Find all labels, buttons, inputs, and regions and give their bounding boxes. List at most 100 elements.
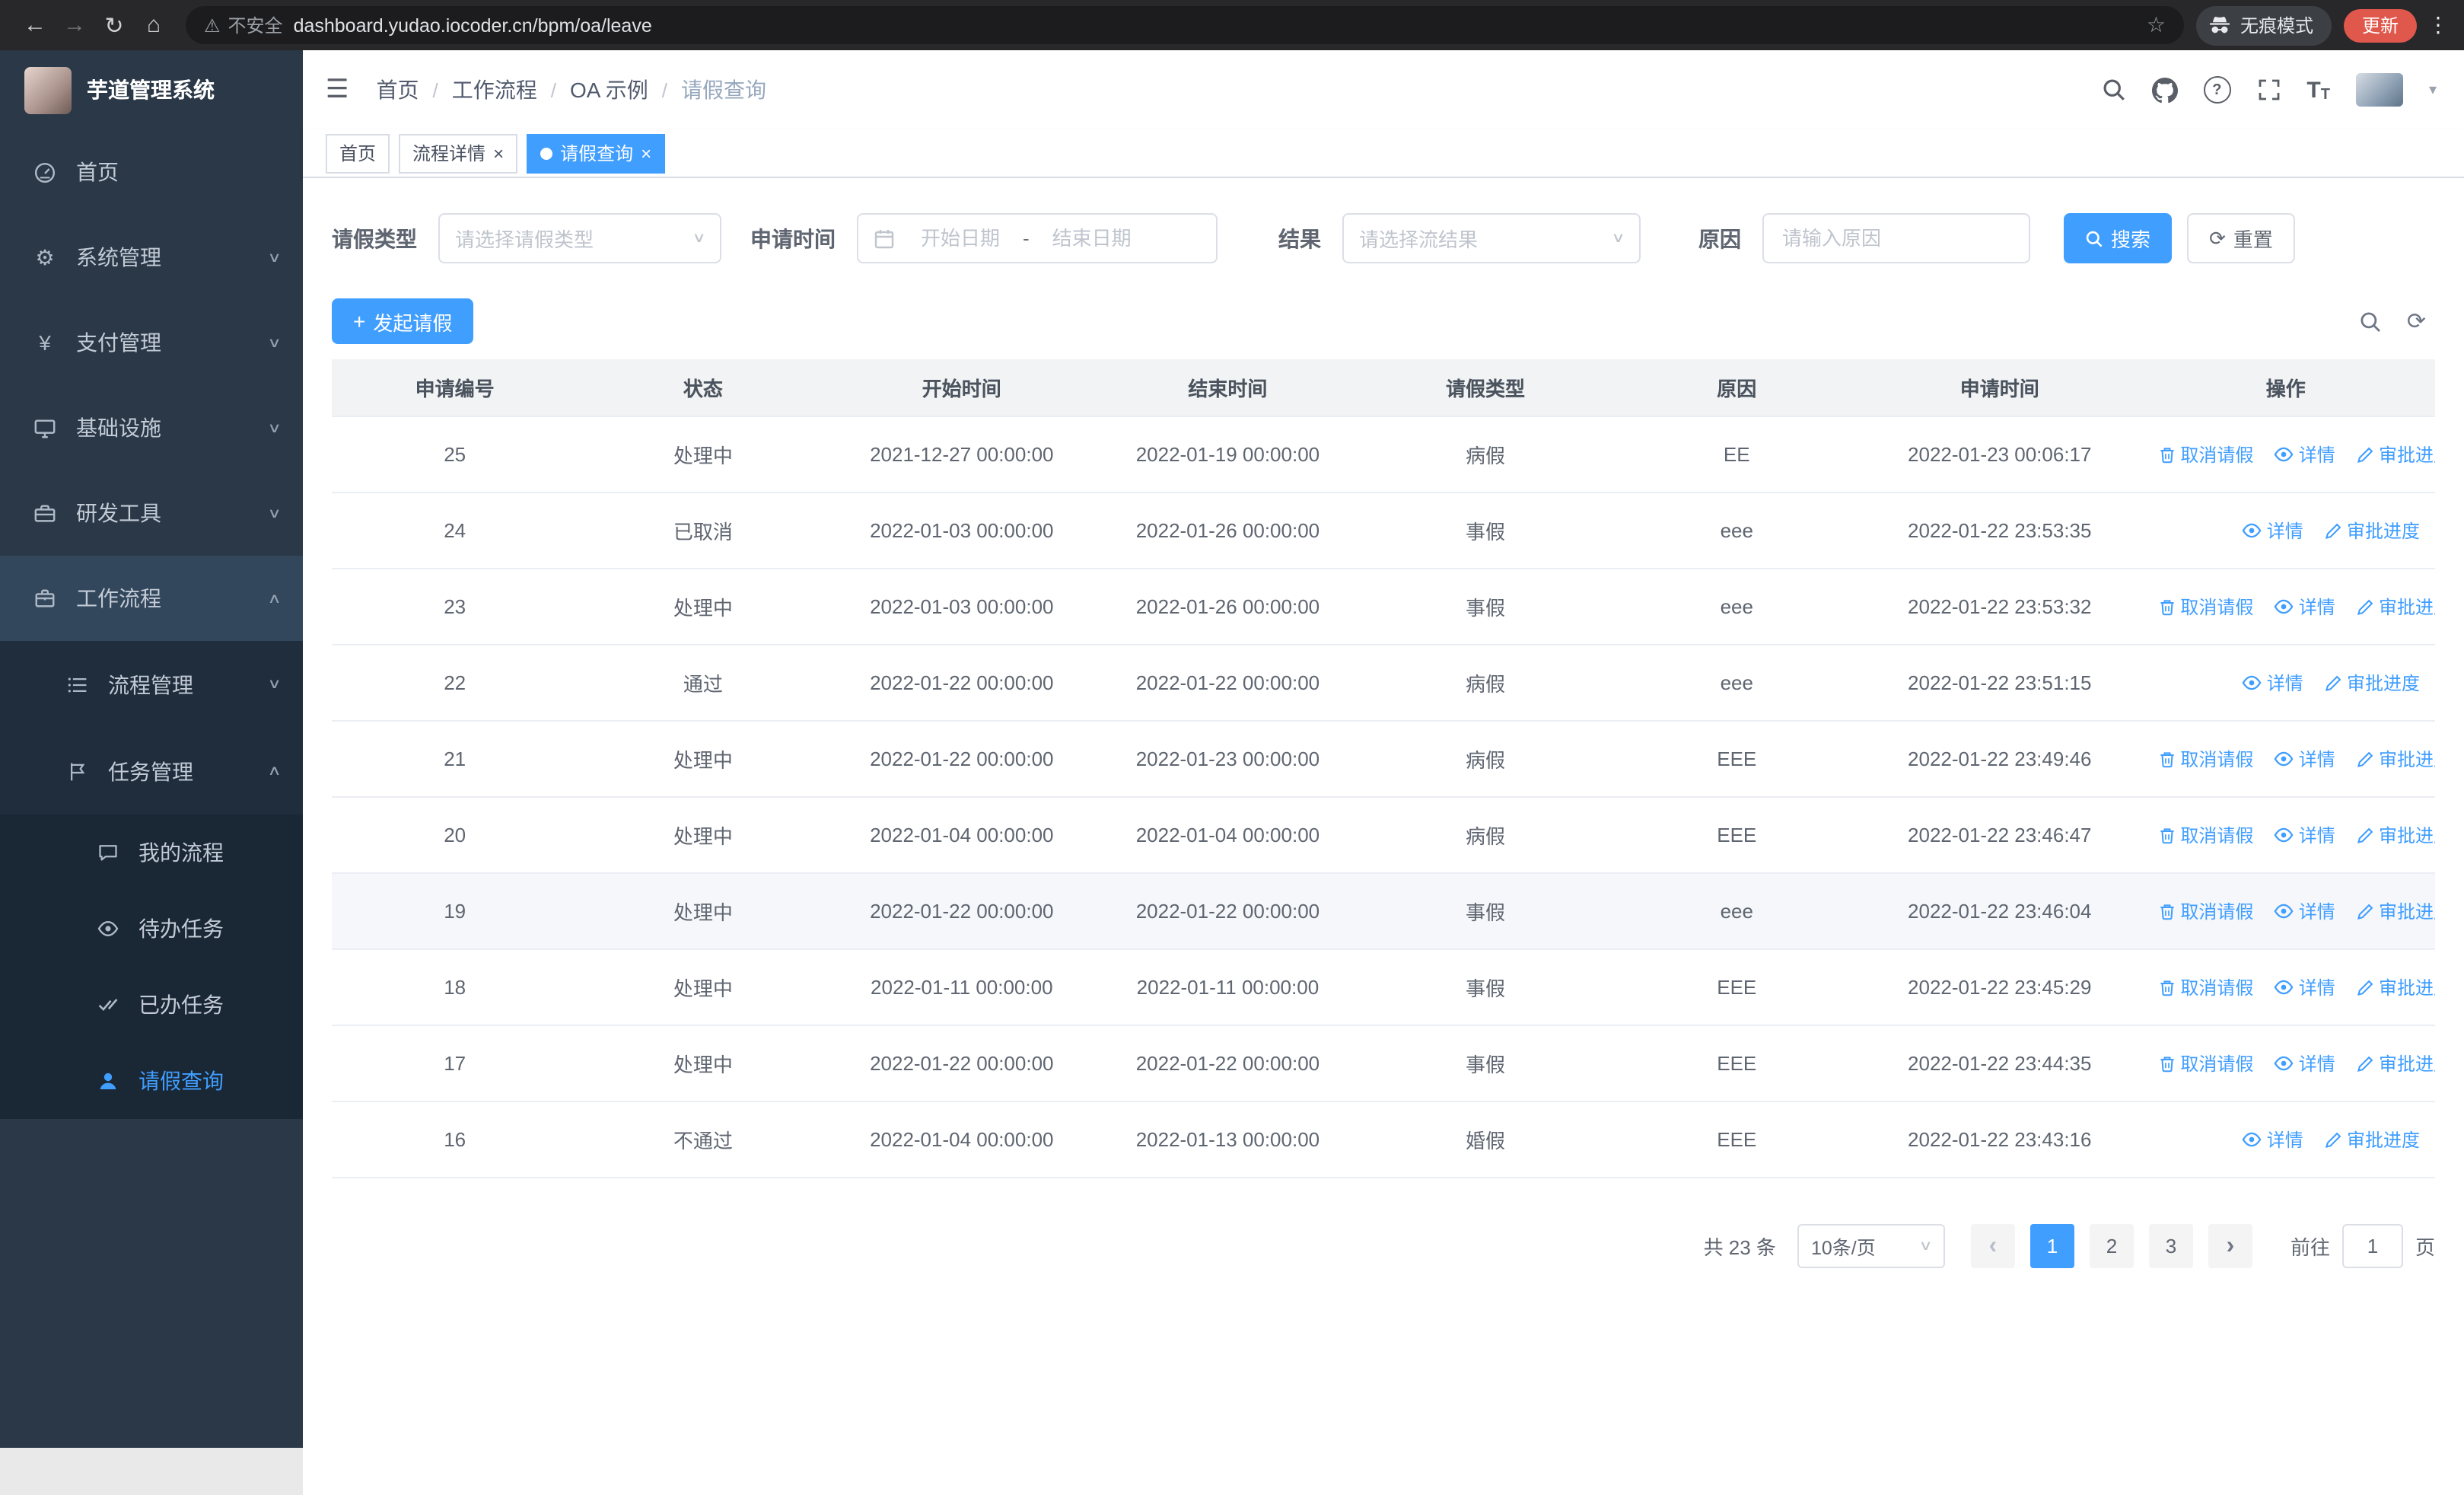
detail-link[interactable]: 详情 bbox=[2275, 1050, 2335, 1076]
sidebar-item-workflow[interactable]: 工作流程 ∧ bbox=[0, 556, 303, 641]
close-icon[interactable]: × bbox=[493, 144, 504, 162]
cancel-leave-link[interactable]: 取消请假 bbox=[2157, 822, 2253, 848]
sidebar-item-devtools[interactable]: 研发工具 ∨ bbox=[0, 470, 303, 556]
prev-page-button[interactable]: ‹ bbox=[1970, 1224, 2015, 1268]
search-icon[interactable] bbox=[2101, 78, 2125, 102]
approval-progress-link[interactable]: 审批进度 bbox=[2356, 441, 2435, 467]
cancel-leave-link[interactable]: 取消请假 bbox=[2157, 1050, 2253, 1076]
browser-update-button[interactable]: 更新 bbox=[2343, 8, 2417, 42]
font-size-icon[interactable]: TT bbox=[2306, 77, 2330, 103]
breadcrumb-item-home[interactable]: 首页 bbox=[377, 75, 419, 105]
tab-process-detail[interactable]: 流程详情 × bbox=[399, 133, 518, 173]
table-header-row: 申请编号 状态 开始时间 结束时间 请假类型 原因 申请时间 操作 bbox=[332, 359, 2435, 417]
sidebar-item-leave-query[interactable]: 请假查询 bbox=[0, 1043, 303, 1119]
tab-home[interactable]: 首页 bbox=[326, 133, 390, 173]
app-logo[interactable]: 芋道管理系统 bbox=[0, 50, 303, 129]
start-date-input[interactable] bbox=[901, 225, 1020, 251]
cancel-leave-label: 取消请假 bbox=[2180, 825, 2254, 846]
detail-link[interactable]: 详情 bbox=[2275, 974, 2335, 999]
cancel-leave-link[interactable]: 取消请假 bbox=[2157, 898, 2253, 924]
user-avatar[interactable] bbox=[2355, 73, 2403, 107]
cell-reason: eee bbox=[1610, 645, 1864, 722]
goto-page-input[interactable] bbox=[2341, 1224, 2403, 1268]
reset-button[interactable]: ⟳ 重置 bbox=[2187, 213, 2295, 263]
sidebar-item-my-process[interactable]: 我的流程 bbox=[0, 814, 303, 891]
page-button-3[interactable]: 3 bbox=[2148, 1224, 2193, 1268]
avatar-caret-icon[interactable]: ▾ bbox=[2429, 81, 2437, 98]
browser-back-button[interactable]: ← bbox=[15, 5, 55, 45]
result-select[interactable]: 请选择流结果 ∨ bbox=[1342, 213, 1641, 263]
breadcrumb-item-workflow: 工作流程 bbox=[451, 78, 537, 102]
next-page-button[interactable]: › bbox=[2208, 1224, 2252, 1268]
detail-label: 详情 bbox=[2266, 1129, 2303, 1150]
sidebar-item-task-mgmt[interactable]: 任务管理 ∧ bbox=[0, 728, 303, 814]
goto-unit-label: 页 bbox=[2415, 1236, 2435, 1259]
sidebar-item-home[interactable]: 首页 bbox=[0, 129, 303, 215]
help-icon[interactable]: ? bbox=[2203, 76, 2231, 104]
col-status: 状态 bbox=[578, 359, 829, 417]
cancel-leave-link[interactable]: 取消请假 bbox=[2157, 746, 2253, 772]
browser-reload-button[interactable]: ↻ bbox=[94, 5, 134, 45]
url-text[interactable]: dashboard.yudao.iocoder.cn/bpm/oa/leave bbox=[294, 14, 2136, 36]
sidebar-item-payment[interactable]: ¥ 支付管理 ∨ bbox=[0, 300, 303, 385]
approval-progress-link[interactable]: 审批进度 bbox=[2356, 594, 2435, 620]
sidebar-item-system[interactable]: ⚙ 系统管理 ∨ bbox=[0, 215, 303, 300]
sidebar-collapse-icon[interactable]: ☰ bbox=[326, 75, 349, 105]
page-button-1[interactable]: 1 bbox=[2029, 1224, 2074, 1268]
detail-link[interactable]: 详情 bbox=[2275, 821, 2335, 847]
sidebar-item-process-mgmt[interactable]: 流程管理 ∨ bbox=[0, 641, 303, 728]
tab-leave-query[interactable]: 请假查询 × bbox=[527, 133, 666, 173]
approval-progress-link[interactable]: 审批进度 bbox=[2356, 898, 2435, 924]
detail-link[interactable]: 详情 bbox=[2275, 593, 2335, 619]
cell-apply-time: 2022-01-22 23:53:32 bbox=[1863, 569, 2137, 645]
cancel-leave-link[interactable]: 取消请假 bbox=[2157, 974, 2253, 1000]
leave-type-select[interactable]: 请选择请假类型 ∨ bbox=[438, 213, 721, 263]
approval-progress-link[interactable]: 审批进度 bbox=[2356, 822, 2435, 848]
table-row: 20 处理中 2022-01-04 00:00:00 2022-01-04 00… bbox=[332, 797, 2435, 874]
browser-forward-button[interactable]: → bbox=[55, 5, 94, 45]
cell-start-time: 2022-01-22 00:00:00 bbox=[828, 645, 1096, 722]
fullscreen-icon[interactable] bbox=[2256, 78, 2281, 102]
browser-home-button[interactable]: ⌂ bbox=[134, 5, 173, 45]
sidebar-item-todo-tasks[interactable]: 待办任务 bbox=[0, 891, 303, 967]
cancel-leave-link[interactable]: 取消请假 bbox=[2157, 594, 2253, 620]
bookmark-star-icon[interactable]: ☆ bbox=[2147, 12, 2166, 38]
security-status[interactable]: ⚠ 不安全 bbox=[204, 12, 283, 38]
header-actions: ? TT ▾ bbox=[2101, 73, 2437, 107]
detail-link[interactable]: 详情 bbox=[2243, 669, 2303, 695]
detail-link[interactable]: 详情 bbox=[2275, 897, 2335, 923]
refresh-table-icon[interactable]: ⟳ bbox=[2407, 308, 2426, 335]
sidebar-item-infra[interactable]: 基础设施 ∨ bbox=[0, 385, 303, 470]
close-icon[interactable]: × bbox=[641, 144, 651, 162]
cell-apply-time: 2022-01-22 23:53:35 bbox=[1863, 492, 2137, 569]
cell-start-time: 2022-01-04 00:00:00 bbox=[828, 797, 1096, 874]
reason-input[interactable] bbox=[1764, 227, 2029, 250]
detail-link[interactable]: 详情 bbox=[2275, 441, 2335, 467]
create-leave-button[interactable]: + 发起请假 bbox=[332, 298, 474, 344]
github-icon[interactable] bbox=[2151, 77, 2178, 103]
approval-progress-link[interactable]: 审批进度 bbox=[2356, 1050, 2435, 1076]
approval-progress-link[interactable]: 审批进度 bbox=[2324, 670, 2420, 696]
address-bar[interactable]: ⚠ 不安全 dashboard.yudao.iocoder.cn/bpm/oa/… bbox=[186, 6, 2184, 44]
approval-progress-link[interactable]: 审批进度 bbox=[2356, 974, 2435, 1000]
page-size-select[interactable]: 10条/页 ∨ bbox=[1797, 1224, 1945, 1268]
sidebar-item-label: 请假查询 bbox=[138, 1069, 224, 1093]
cell-apply-id: 19 bbox=[332, 873, 578, 950]
end-date-input[interactable] bbox=[1032, 225, 1151, 251]
approval-progress-label: 审批进度 bbox=[2378, 901, 2435, 923]
detail-link[interactable]: 详情 bbox=[2243, 517, 2303, 543]
browser-menu-icon[interactable]: ⋮ bbox=[2427, 12, 2449, 38]
sidebar-item-done-tasks[interactable]: 已办任务 bbox=[0, 967, 303, 1043]
breadcrumb-separator: / bbox=[550, 78, 556, 101]
date-range-picker[interactable]: - bbox=[857, 213, 1218, 263]
detail-link[interactable]: 详情 bbox=[2275, 745, 2335, 771]
cancel-leave-link[interactable]: 取消请假 bbox=[2157, 441, 2253, 467]
approval-progress-link[interactable]: 审批进度 bbox=[2324, 1127, 2420, 1152]
detail-link[interactable]: 详情 bbox=[2243, 1126, 2303, 1152]
toggle-search-icon[interactable] bbox=[2360, 310, 2383, 333]
edit-icon bbox=[2356, 598, 2374, 616]
search-button[interactable]: 搜索 bbox=[2064, 213, 2172, 263]
approval-progress-link[interactable]: 审批进度 bbox=[2324, 518, 2420, 543]
approval-progress-link[interactable]: 审批进度 bbox=[2356, 746, 2435, 772]
page-button-2[interactable]: 2 bbox=[2089, 1224, 2134, 1268]
